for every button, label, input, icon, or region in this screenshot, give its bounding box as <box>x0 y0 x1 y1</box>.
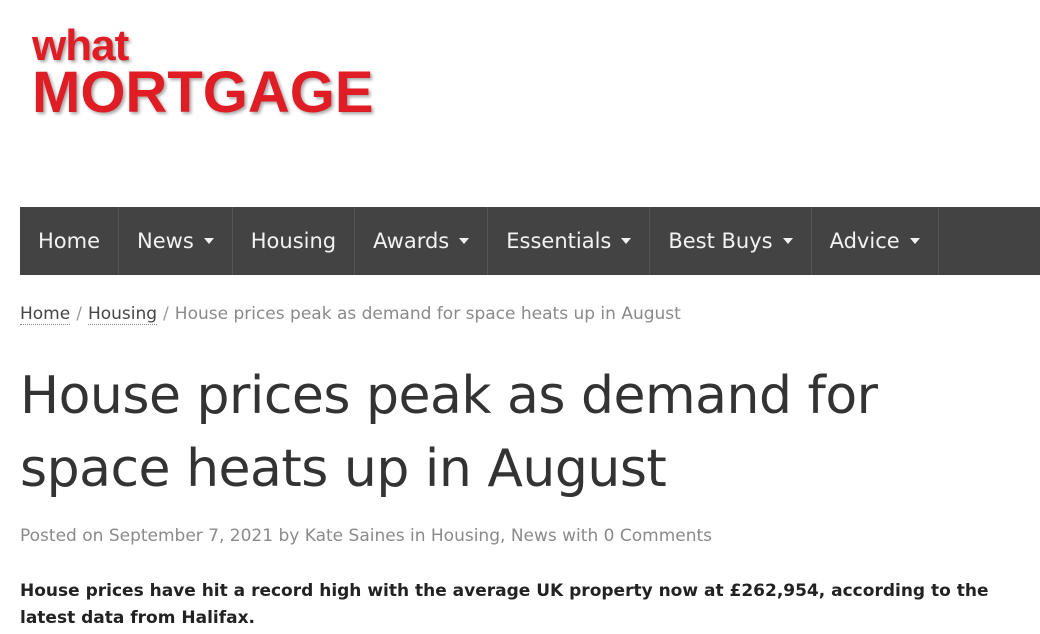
logo-mortgage: MORTGAGE <box>32 60 374 125</box>
article-title: House prices peak as demand for space he… <box>20 366 878 499</box>
nav-item-best-buys[interactable]: Best Buys <box>650 207 812 275</box>
nav-item-label: Essentials <box>506 229 612 253</box>
meta-with: with <box>562 526 599 546</box>
nav-item-housing[interactable]: Housing <box>233 207 356 275</box>
chevron-down-icon <box>621 238 632 244</box>
chevron-down-icon <box>782 238 793 244</box>
site-logo[interactable]: what MORTGAGE <box>32 24 374 125</box>
nav-item-label: Best Buys <box>668 229 773 253</box>
breadcrumb-separator: / <box>163 304 169 324</box>
meta-posted-on: Posted on <box>20 526 104 546</box>
article-lead: House prices have hit a record high with… <box>20 581 989 628</box>
nav-item-news[interactable]: News <box>119 207 233 275</box>
nav-item-label: Housing <box>250 229 337 253</box>
meta-comma: , <box>500 526 506 546</box>
breadcrumb-housing-link[interactable]: Housing <box>87 304 158 325</box>
nav-item-essentials[interactable]: Essentials <box>488 207 651 275</box>
meta-category-housing-link[interactable]: Housing <box>431 526 500 546</box>
nav-item-awards[interactable]: Awards <box>355 207 489 275</box>
nav-item-label: Home <box>38 229 101 253</box>
meta-comments-link[interactable]: 0 Comments <box>604 526 712 546</box>
breadcrumb-home-link[interactable]: Home <box>20 304 71 325</box>
nav-item-advice[interactable]: Advice <box>812 207 939 275</box>
nav-item-home[interactable]: Home <box>20 207 120 275</box>
meta-category-news-link[interactable]: News <box>511 526 557 546</box>
breadcrumb-separator: / <box>76 304 82 324</box>
meta-by: by <box>278 526 300 546</box>
breadcrumb: Home / Housing / House prices peak as demand… <box>20 304 681 325</box>
chevron-down-icon <box>459 238 470 244</box>
nav-item-label: Advice <box>829 229 900 253</box>
breadcrumb-current: House prices peak as demand for space he… <box>174 304 681 324</box>
nav-item-label: Awards <box>373 229 450 253</box>
meta-in: in <box>409 526 426 546</box>
meta-author-link[interactable]: Kate Saines <box>305 526 405 546</box>
chevron-down-icon <box>909 238 920 244</box>
meta-date-link[interactable]: September 7, 2021 <box>109 526 273 546</box>
main-nav: Home News Housing Awards Essentials Best… <box>20 207 1040 275</box>
article-meta: Posted on September 7, 2021 by Kate Sain… <box>20 526 712 546</box>
nav-item-label: News <box>137 229 194 253</box>
chevron-down-icon <box>203 238 214 244</box>
